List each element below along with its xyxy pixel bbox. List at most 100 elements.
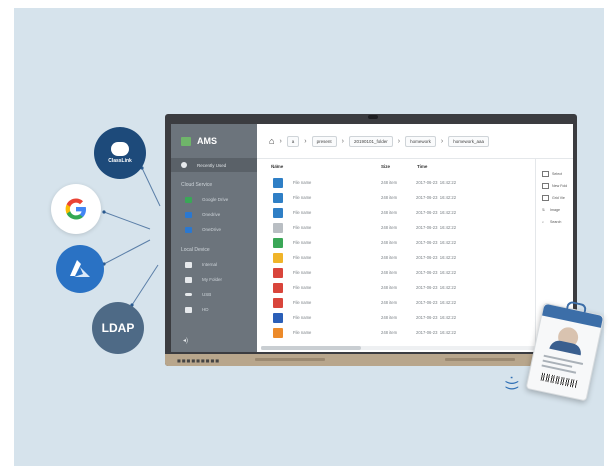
sidebar-item-onedrive[interactable]: Onedrive <box>171 207 257 222</box>
breadcrumb-item[interactable]: a <box>286 135 300 147</box>
file-name: File name <box>293 240 312 245</box>
sidebar-item-onedrive-2[interactable]: OneDrive <box>171 222 257 237</box>
file-icon <box>273 238 283 248</box>
scrollbar-thumb[interactable] <box>261 346 361 350</box>
breadcrumb: ⌂ › a › present › 20190101_folder › home… <box>257 124 573 159</box>
ldap-badge[interactable]: LDAP <box>92 302 144 354</box>
table-row[interactable]: File name 248 item 2017-06-23 16:42:22 <box>273 251 543 266</box>
file-name: File name <box>293 225 312 230</box>
app-header: AMS <box>171 124 257 158</box>
chevron-right-icon: › <box>279 137 282 145</box>
file-size: 248 item <box>381 285 398 290</box>
sidebar-item-my-folder[interactable]: My Folder <box>171 272 257 287</box>
sidebar-item-label: Internal <box>202 262 218 267</box>
table-row[interactable]: File name 248 item 2017-06-23 16:42:22 <box>273 311 543 326</box>
file-date: 2017-06-23 <box>416 180 438 185</box>
file-date: 2017-06-23 <box>416 300 438 305</box>
sidebar-item-internal[interactable]: Internal <box>171 257 257 272</box>
google-icon <box>65 198 86 220</box>
image-label: Image <box>550 208 560 212</box>
grid-icon <box>542 195 549 201</box>
sidebar-item-hd[interactable]: HD <box>171 302 257 317</box>
file-size: 248 item <box>381 255 398 260</box>
file-clock: 16:42:22 <box>439 300 457 305</box>
sidebar-item-label: HD <box>202 307 209 312</box>
file-date: 2017-06-23 <box>416 315 438 320</box>
select-icon <box>542 171 549 177</box>
file-name: File name <box>293 315 312 320</box>
grid-view-button[interactable]: Grid Vie <box>536 192 573 204</box>
file-date: 2017-06-23 <box>416 330 438 335</box>
cloud-icon <box>185 226 192 233</box>
table-row[interactable]: File name 248 item 2017-06-23 16:42:22 <box>273 281 543 296</box>
file-time: 2017-06-23 16:42:22 <box>416 270 456 275</box>
file-time: 2017-06-23 16:42:22 <box>416 255 456 260</box>
grid-view-label: Grid Vie <box>552 196 565 200</box>
file-size: 248 item <box>381 210 398 215</box>
home-icon[interactable]: ⌂ <box>269 136 274 146</box>
search-button[interactable]: ⌕ Search <box>536 216 573 228</box>
table-row[interactable]: File name 248 item 2017-06-23 16:42:22 <box>273 221 543 236</box>
breadcrumb-item[interactable]: present <box>311 135 337 147</box>
table-row[interactable]: File name 248 item 2017-06-23 16:42:22 <box>273 206 543 221</box>
file-clock: 16:42:22 <box>439 195 457 200</box>
file-date: 2017-06-23 <box>416 255 438 260</box>
chevron-right-icon: › <box>397 137 401 145</box>
file-time: 2017-06-23 16:42:22 <box>416 225 456 230</box>
breadcrumb-item[interactable]: homework_aaa <box>448 135 490 147</box>
table-row[interactable]: File name 248 item 2017-06-23 16:42:22 <box>273 191 543 206</box>
table-row[interactable]: File name 248 item 2017-06-23 16:42:22 <box>273 266 543 281</box>
chevron-right-icon: › <box>440 137 444 145</box>
select-button[interactable]: Select <box>536 168 573 180</box>
file-time: 2017-06-23 16:42:22 <box>416 240 456 245</box>
file-size: 248 item <box>381 240 398 245</box>
image-button[interactable]: ⇅ Image <box>536 204 573 216</box>
cloud-section-title: Cloud Service <box>181 182 213 188</box>
local-section-title: Local Device <box>181 247 210 253</box>
sidebar-item-google-drive[interactable]: Google Drive <box>171 192 257 207</box>
volume-icon[interactable]: ◂) <box>183 337 188 344</box>
disk-icon <box>185 306 192 313</box>
table-row[interactable]: File name 248 item 2017-06-23 16:42:22 <box>273 326 543 341</box>
sidebar-item-recent[interactable]: Recently Used <box>171 158 257 172</box>
new-folder-icon <box>542 183 549 189</box>
file-name: File name <box>293 210 312 215</box>
file-name: File name <box>293 180 312 185</box>
new-folder-label: New Fold <box>552 184 568 188</box>
classlink-badge[interactable]: ClassLink <box>94 127 146 179</box>
column-size-header[interactable]: Size <box>381 164 390 169</box>
horizontal-scrollbar[interactable] <box>261 346 571 350</box>
file-name: File name <box>293 285 312 290</box>
table-row[interactable]: File name 248 item 2017-06-23 16:42:22 <box>273 236 543 251</box>
new-folder-button[interactable]: New Fold <box>536 180 573 192</box>
classlink-label: ClassLink <box>108 158 132 164</box>
file-date: 2017-06-23 <box>416 225 438 230</box>
breadcrumb-item[interactable]: homework <box>405 135 436 147</box>
sidebar-item-usb[interactable]: USB <box>171 287 257 302</box>
chevron-right-icon: › <box>341 137 344 145</box>
sort-icon: ⇅ <box>542 208 546 212</box>
file-clock: 16:42:22 <box>439 330 457 335</box>
table-header: Name (3.6) Size Time <box>271 164 531 174</box>
clock-icon <box>181 162 187 168</box>
google-badge[interactable] <box>51 184 101 234</box>
column-time-header[interactable]: Time <box>417 164 427 169</box>
sidebar: AMS Recently Used Cloud Service Google D… <box>171 124 257 352</box>
file-clock: 16:42:22 <box>439 270 457 275</box>
table-row[interactable]: File name 248 item 2017-06-23 16:42:22 <box>273 176 543 191</box>
file-date: 2017-06-23 <box>416 270 438 275</box>
google-drive-icon <box>185 196 192 203</box>
file-time: 2017-06-23 16:42:22 <box>416 285 456 290</box>
azure-badge[interactable] <box>56 245 104 293</box>
file-icon <box>273 253 283 263</box>
breadcrumb-item[interactable]: 20190101_folder <box>349 135 393 147</box>
file-icon <box>273 328 283 338</box>
file-time: 2017-06-23 16:42:22 <box>416 300 456 305</box>
file-icon <box>273 223 283 233</box>
file-icon <box>273 268 283 278</box>
file-date: 2017-06-23 <box>416 195 438 200</box>
file-clock: 16:42:22 <box>439 285 457 290</box>
file-time: 2017-06-23 16:42:22 <box>416 180 456 185</box>
sidebar-item-label: OneDrive <box>202 227 222 232</box>
table-row[interactable]: File name 248 item 2017-06-23 16:42:22 <box>273 296 543 311</box>
